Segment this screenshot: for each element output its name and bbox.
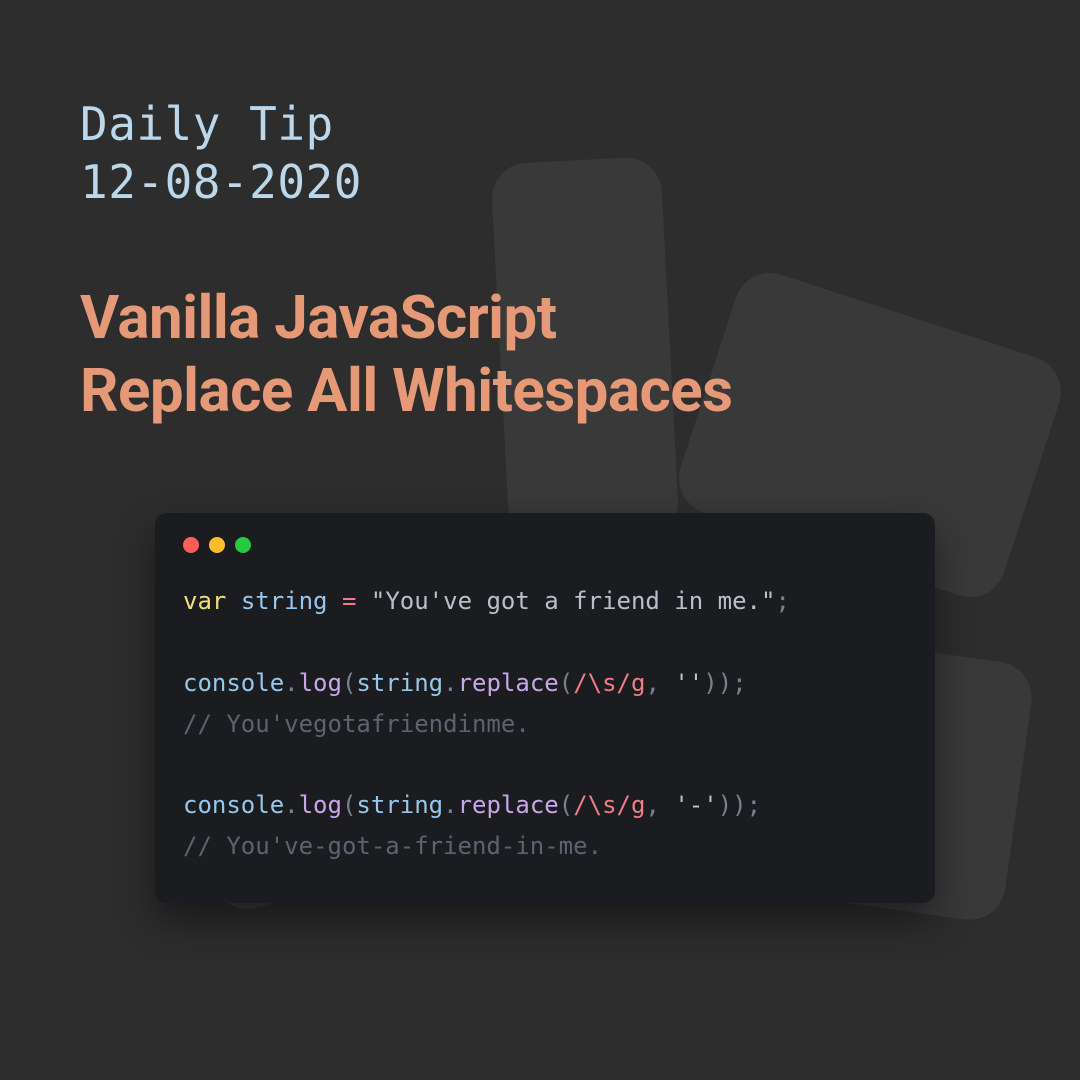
code-string: '-' <box>674 791 717 819</box>
code-punct: ; <box>775 587 789 615</box>
code-method: replace <box>458 669 559 697</box>
code-punct: ( <box>559 791 573 819</box>
code-operator: = <box>342 587 356 615</box>
code-punct: ( <box>559 669 573 697</box>
window-traffic-lights <box>183 537 907 553</box>
code-comment: // You've-got-a-friend-in-me. <box>183 832 602 860</box>
code-punct: )); <box>718 791 761 819</box>
code-punct: . <box>284 791 298 819</box>
eyebrow-label: Daily Tip <box>80 96 1010 154</box>
code-string: "You've got a friend in me." <box>371 587 776 615</box>
minimize-icon <box>209 537 225 553</box>
maximize-icon <box>235 537 251 553</box>
code-method: replace <box>458 791 559 819</box>
code-block: var string = "You've got a friend in me.… <box>183 581 907 867</box>
code-punct: . <box>443 669 457 697</box>
code-window: var string = "You've got a friend in me.… <box>155 513 935 903</box>
code-punct: ( <box>342 791 356 819</box>
title-line: Vanilla JavaScript <box>80 281 1010 354</box>
code-punct: . <box>443 791 457 819</box>
code-method: log <box>299 791 342 819</box>
eyebrow: Daily Tip 12-08-2020 <box>80 96 1010 211</box>
code-identifier: string <box>241 587 328 615</box>
code-punct: )); <box>703 669 746 697</box>
code-comment: // You'vegotafriendinme. <box>183 710 530 738</box>
code-punct: , <box>645 669 659 697</box>
title-line: Replace All Whitespaces <box>80 354 1010 427</box>
code-punct: . <box>284 669 298 697</box>
code-string: '' <box>674 669 703 697</box>
code-identifier: string <box>356 669 443 697</box>
code-identifier: string <box>356 791 443 819</box>
code-punct: , <box>645 791 659 819</box>
code-method: log <box>299 669 342 697</box>
code-punct: ( <box>342 669 356 697</box>
eyebrow-date: 12-08-2020 <box>80 154 1010 212</box>
code-keyword: var <box>183 587 226 615</box>
code-identifier: console <box>183 669 284 697</box>
close-icon <box>183 537 199 553</box>
code-identifier: console <box>183 791 284 819</box>
page-title: Vanilla JavaScript Replace All Whitespac… <box>80 281 1010 427</box>
code-regex: /\s/g <box>573 791 645 819</box>
code-regex: /\s/g <box>573 669 645 697</box>
